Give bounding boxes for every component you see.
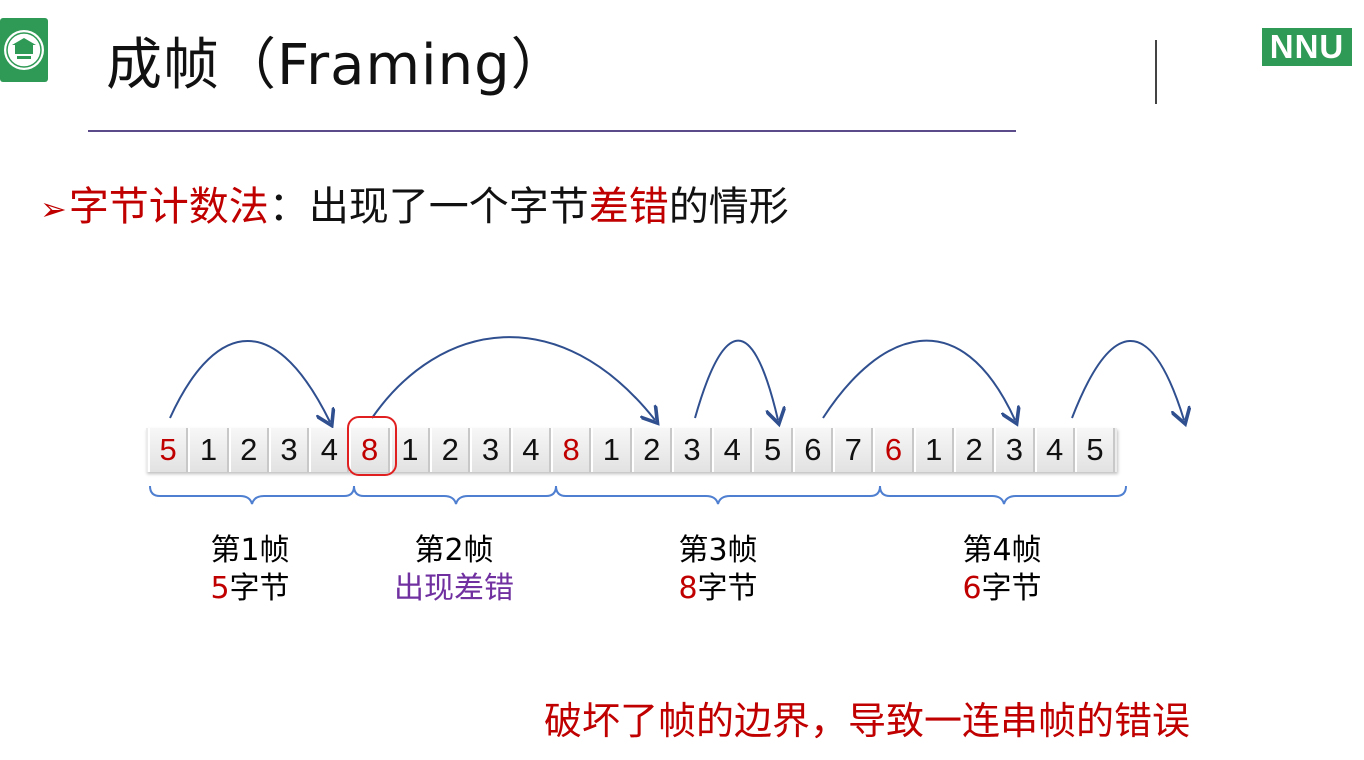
byte-cell: 4 <box>309 428 350 472</box>
arrow-frame2 <box>371 336 655 420</box>
byte-cell: 4 <box>510 428 551 472</box>
frame-3-name: 第3帧 <box>678 533 758 568</box>
byte-cell: 3 <box>671 428 713 472</box>
byte-cell: 2 <box>953 428 995 472</box>
error-byte-highlight <box>347 416 397 476</box>
byte-cell: 4 <box>712 428 753 472</box>
byte-cell: 1 <box>591 428 632 472</box>
byte-cell: 6 <box>792 428 834 472</box>
byte-cell: 2 <box>430 428 471 472</box>
byte-cell: 3 <box>470 428 511 472</box>
frame-3-label: 第3帧 8字节 <box>628 532 808 608</box>
byte-cell: 1 <box>188 428 229 472</box>
frame-2-label: 第2帧 出现差错 <box>364 532 544 608</box>
byte-cell: 2 <box>631 428 672 472</box>
arrow-frame5 <box>1071 340 1184 420</box>
brace-frame3 <box>555 485 881 505</box>
frame-1-count: 5 <box>210 571 230 606</box>
byte-cell: 5 <box>1074 428 1116 472</box>
frame-3-suffix: 字节 <box>697 571 758 606</box>
byte-cell: 1 <box>913 428 954 472</box>
byte-cell: 7 <box>833 428 874 472</box>
arrow-frame3 <box>694 339 778 420</box>
byte-count-cell: 6 <box>873 428 914 472</box>
brace-frame1 <box>149 485 355 505</box>
arrow-frame4 <box>822 339 1015 420</box>
brace-frame2 <box>353 485 557 505</box>
frame-2-name: 第2帧 <box>414 533 494 568</box>
byte-stream: 512348123481234567612345 <box>146 428 1118 472</box>
byte-count-cell: 5 <box>148 428 189 472</box>
frame-4-suffix: 字节 <box>981 571 1042 606</box>
frame-1-suffix: 字节 <box>229 571 290 606</box>
byte-count-cell: 8 <box>550 428 592 472</box>
byte-cell: 5 <box>752 428 793 472</box>
byte-cell: 3 <box>268 428 310 472</box>
bottom-conclusion: 破坏了帧的边界，导致一连串帧的错误 <box>544 699 1191 743</box>
byte-cell: 4 <box>1034 428 1075 472</box>
byte-cell: 3 <box>994 428 1035 472</box>
frame-arrows-and-braces <box>149 336 1364 505</box>
frame-4-label: 第4帧 6字节 <box>912 532 1092 608</box>
byte-cell: 2 <box>228 428 269 472</box>
frame-4-name: 第4帧 <box>962 533 1042 568</box>
frame-2-note: 出现差错 <box>394 571 514 606</box>
brace-frame4 <box>879 485 1127 505</box>
frame-3-count: 8 <box>678 571 698 606</box>
frame-1-label: 第1帧 5字节 <box>160 532 340 608</box>
arrow-frame1 <box>169 340 330 422</box>
frame-4-count: 6 <box>962 571 982 606</box>
frame-1-name: 第1帧 <box>210 533 290 568</box>
